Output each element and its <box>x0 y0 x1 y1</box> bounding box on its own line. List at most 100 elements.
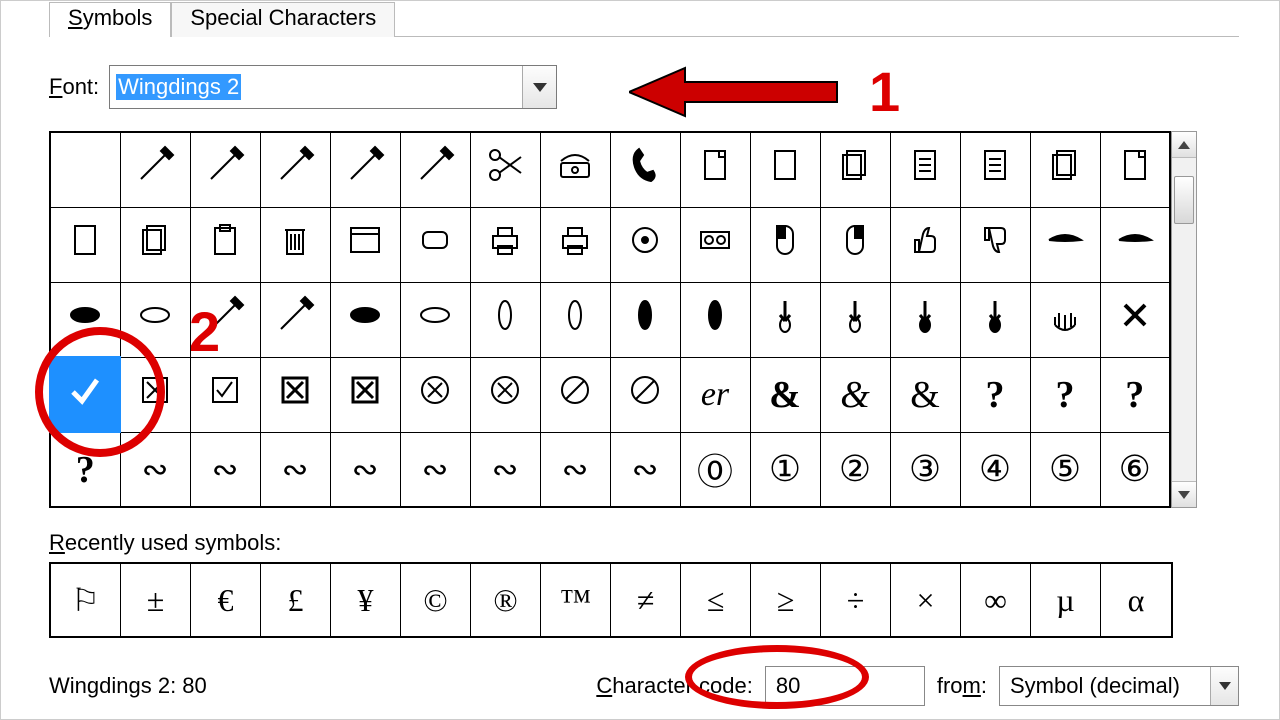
symbol-cell-thumbs-up[interactable] <box>890 207 960 282</box>
symbol-cell-prohibit-2[interactable] <box>610 357 680 432</box>
symbol-cell-tape-drive[interactable] <box>680 207 750 282</box>
symbol-cell-hand-point-right-2[interactable] <box>400 282 470 357</box>
recent-symbol[interactable]: ± <box>121 564 191 636</box>
symbol-cell-page-earmark[interactable] <box>1100 132 1170 207</box>
symbol-cell-circled-0[interactable]: ⓪ <box>680 432 750 507</box>
symbol-cell-thumbs-down[interactable] <box>960 207 1030 282</box>
symbol-cell-prohibit-1[interactable] <box>540 357 610 432</box>
symbol-cell-hand-vert-2[interactable] <box>540 282 610 357</box>
symbol-cell-trash-can[interactable] <box>260 207 330 282</box>
symbol-cell-hand-flat-left-light[interactable] <box>120 282 190 357</box>
symbol-cell-hand-open-right[interactable] <box>260 282 330 357</box>
recent-symbol[interactable]: α <box>1101 564 1171 636</box>
symbol-cell-scissors-closed[interactable] <box>470 132 540 207</box>
recent-symbol[interactable]: ™ <box>541 564 611 636</box>
symbol-cell-circled-4[interactable]: ④ <box>960 432 1030 507</box>
symbol-cell-flourish-wave-1[interactable]: ∾ <box>400 432 470 507</box>
scroll-down-button[interactable] <box>1172 481 1196 507</box>
symbol-cell-ampersand-bold[interactable]: & <box>750 357 820 432</box>
symbol-cell-window[interactable] <box>330 207 400 282</box>
symbol-cell-flourish-wave-3[interactable]: ∾ <box>540 432 610 507</box>
symbol-cell-flourish-cs[interactable]: ∾ <box>120 432 190 507</box>
symbol-cell-question-3[interactable]: ? <box>1100 357 1170 432</box>
recent-symbol[interactable]: × <box>891 564 961 636</box>
symbol-cell-scissors-open[interactable] <box>400 132 470 207</box>
symbol-cell-hand-point-right-dark[interactable] <box>330 282 400 357</box>
symbol-cell-document-lines-1[interactable] <box>890 132 960 207</box>
from-select[interactable]: Symbol (decimal) <box>999 666 1239 706</box>
recent-symbol[interactable]: µ <box>1031 564 1101 636</box>
symbol-cell-hand-down-dark-1[interactable] <box>890 282 960 357</box>
symbol-cell-page-corner[interactable] <box>680 132 750 207</box>
symbol-cell-flourish-swirl[interactable]: ∾ <box>190 432 260 507</box>
symbol-cell-circled-2[interactable]: ② <box>820 432 890 507</box>
scroll-thumb[interactable] <box>1174 176 1194 224</box>
recent-symbol[interactable]: ¥ <box>331 564 401 636</box>
from-select-dropdown-button[interactable] <box>1210 667 1238 705</box>
symbol-cell-hand-vert-dark-1[interactable] <box>610 282 680 357</box>
recent-symbol[interactable]: ® <box>471 564 541 636</box>
symbol-cell-box-x-1[interactable] <box>260 357 330 432</box>
symbol-cell-clipboard[interactable] <box>190 207 260 282</box>
symbol-cell-hand-down-1[interactable] <box>750 282 820 357</box>
symbol-cell-hand-left-wing[interactable] <box>1030 207 1100 282</box>
symbol-cell-hand-flat-left-dark[interactable] <box>50 282 120 357</box>
symbol-cell-telephone-desk[interactable] <box>540 132 610 207</box>
symbol-cell-circle-x-2[interactable] <box>470 357 540 432</box>
symbol-cell-hand-spread[interactable] <box>1030 282 1100 357</box>
symbol-cell-rounded-rect[interactable] <box>400 207 470 282</box>
symbol-cell-ampersand-italic[interactable]: & <box>820 357 890 432</box>
symbol-cell-hand-vert-dark-2[interactable] <box>680 282 750 357</box>
symbol-cell-marker[interactable] <box>330 132 400 207</box>
symbol-cell-hand-right-wing[interactable] <box>1100 207 1170 282</box>
recent-symbol[interactable]: ∞ <box>961 564 1031 636</box>
symbol-cell-circle-x-1[interactable] <box>400 357 470 432</box>
symbol-cell-disc[interactable] <box>610 207 680 282</box>
symbol-cell-pen-wide[interactable] <box>190 132 260 207</box>
symbol-cell-ampersand-small[interactable]: & <box>890 357 960 432</box>
symbol-cell-box-x-2[interactable] <box>330 357 400 432</box>
recent-symbol[interactable]: ≤ <box>681 564 751 636</box>
symbol-cell-printer-1[interactable] <box>470 207 540 282</box>
recent-symbol[interactable]: £ <box>261 564 331 636</box>
symbol-cell-flourish-so-2[interactable]: ∾ <box>330 432 400 507</box>
recent-symbol[interactable]: € <box>191 564 261 636</box>
symbol-cell-hand-vert-1[interactable] <box>470 282 540 357</box>
symbol-cell-circled-6[interactable]: ⑥ <box>1100 432 1170 507</box>
symbol-cell-tablet-portrait[interactable] <box>50 207 120 282</box>
symbol-cell-script-er[interactable]: er <box>680 357 750 432</box>
symbol-cell-tablets-stack[interactable] <box>120 207 190 282</box>
symbol-cell-hand-down-dark-2[interactable] <box>960 282 1030 357</box>
symbol-cell-question-1[interactable]: ? <box>960 357 1030 432</box>
recent-symbol[interactable]: © <box>401 564 471 636</box>
symbol-cell-question-4[interactable]: ? <box>50 432 120 507</box>
symbol-cell-check-mark[interactable] <box>50 357 120 432</box>
symbol-cell-checkbox-check[interactable] <box>190 357 260 432</box>
grid-scrollbar[interactable] <box>1171 131 1197 508</box>
symbol-cell-printer-2[interactable] <box>540 207 610 282</box>
tab-special-characters[interactable]: Special Characters <box>171 2 395 37</box>
tab-symbols[interactable]: Symbols <box>49 2 171 37</box>
symbol-cell-brush[interactable] <box>260 132 330 207</box>
recent-symbol[interactable]: ⚐ <box>51 564 121 636</box>
scroll-track[interactable] <box>1172 158 1196 481</box>
character-code-input[interactable]: 80 <box>765 666 925 706</box>
recent-symbol[interactable]: ≥ <box>751 564 821 636</box>
symbol-cell-circled-5[interactable]: ⑤ <box>1030 432 1100 507</box>
symbol-cell-circled-3[interactable]: ③ <box>890 432 960 507</box>
symbol-cell-documents-stack[interactable] <box>1030 132 1100 207</box>
scroll-up-button[interactable] <box>1172 132 1196 158</box>
symbol-cell-x-mark[interactable] <box>1100 282 1170 357</box>
recent-symbol[interactable]: ÷ <box>821 564 891 636</box>
symbol-cell-flourish-wave-4[interactable]: ∾ <box>610 432 680 507</box>
symbol-cell-hand-down-2[interactable] <box>820 282 890 357</box>
font-select[interactable]: Wingdings 2 <box>109 65 557 109</box>
recent-symbol[interactable]: ≠ <box>611 564 681 636</box>
symbol-cell-circled-1[interactable]: ① <box>750 432 820 507</box>
symbol-cell-telephone-handset[interactable] <box>610 132 680 207</box>
symbol-cell-pen-thin[interactable] <box>120 132 190 207</box>
symbol-cell-checkbox-x[interactable] <box>120 357 190 432</box>
symbol-cell-mouse-right[interactable] <box>820 207 890 282</box>
symbol-cell-page-blank[interactable] <box>750 132 820 207</box>
font-select-dropdown-button[interactable] <box>522 66 556 108</box>
